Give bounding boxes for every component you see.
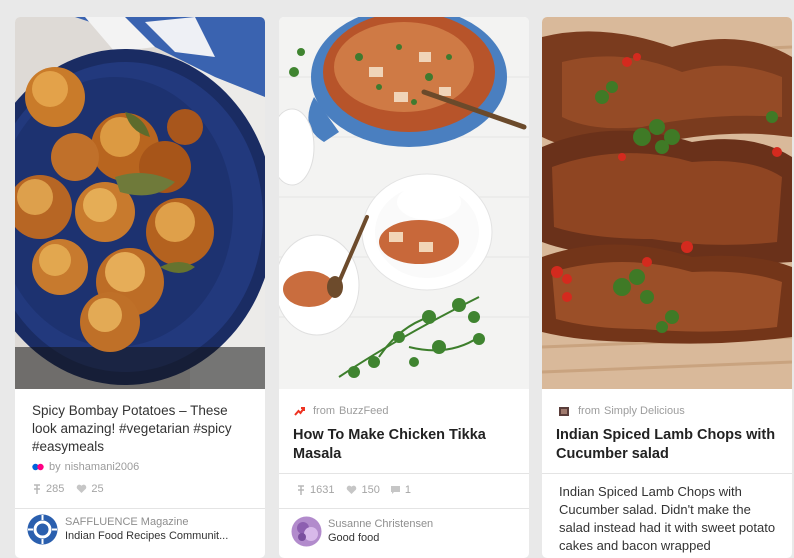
pin-image-chicken-tikka[interactable] <box>279 17 529 389</box>
source-prefix: from <box>578 405 600 417</box>
pin-icon <box>34 483 40 494</box>
user-board: Good food <box>328 532 380 544</box>
user-name: Susanne Christensen <box>328 518 434 530</box>
bombay-potatoes-photo <box>15 17 265 389</box>
pinner-row: by nishamani2006 <box>32 461 139 473</box>
simply-delicious-icon <box>559 406 569 416</box>
card-divider <box>15 508 265 509</box>
card-divider <box>279 473 529 474</box>
source-name: Simply Delicious <box>604 405 685 417</box>
like-count[interactable]: 25 <box>76 483 104 495</box>
repin-count[interactable]: 1631 <box>296 484 334 496</box>
board-owner: SAFFLUENCE Magazine <box>65 516 189 528</box>
comment-icon <box>390 486 400 494</box>
pin-icon <box>298 484 304 495</box>
pin-title[interactable]: Indian Spiced Lamb Chops with Cucumber s… <box>556 426 784 464</box>
card-divider <box>542 473 792 474</box>
pinner-prefix: by <box>49 461 61 473</box>
board-name: Indian Food Recipes Communit... <box>65 530 229 542</box>
pin-title[interactable]: How To Make Chicken Tikka Masala <box>293 426 515 464</box>
repin-count[interactable]: 285 <box>32 483 64 495</box>
pin-image-lamb-chops[interactable] <box>542 17 792 389</box>
flickr-icon <box>32 463 44 471</box>
pin-stats: 1631 150 1 <box>296 484 411 496</box>
repin-count-value: 1631 <box>310 484 335 496</box>
source-prefix: from <box>313 405 335 417</box>
source-name: BuzzFeed <box>339 405 389 417</box>
source-row[interactable]: from Simply Delicious <box>558 405 685 417</box>
like-count-value: 150 <box>361 484 380 496</box>
pin-card-lamb-chops[interactable]: from Simply Delicious Indian Spiced Lamb… <box>542 17 792 558</box>
buzzfeed-trending-icon <box>294 406 305 416</box>
user-avatar <box>291 516 322 547</box>
pin-stats: 285 25 <box>32 483 104 495</box>
comment-count[interactable]: 1 <box>390 484 411 496</box>
lamb-chops-photo <box>542 17 792 389</box>
heart-icon <box>77 484 87 493</box>
pinner-link[interactable]: nishamani2006 <box>65 461 140 473</box>
user-footer[interactable]: Susanne Christensen Good food <box>279 516 529 547</box>
board-avatar <box>27 514 58 545</box>
pin-card-chicken-tikka[interactable]: from BuzzFeed How To Make Chicken Tikka … <box>279 17 529 558</box>
chicken-tikka-photo <box>279 17 529 389</box>
like-count-value: 25 <box>91 483 104 495</box>
like-count[interactable]: 150 <box>346 484 380 496</box>
pin-description: Indian Spiced Lamb Chops with Cucumber s… <box>559 484 776 553</box>
board-footer[interactable]: SAFFLUENCE Magazine Indian Food Recipes … <box>15 514 265 545</box>
source-row[interactable]: from BuzzFeed <box>294 405 389 417</box>
pin-description: Spicy Bombay Potatoes – These look amazi… <box>32 403 232 454</box>
repin-count-value: 285 <box>46 483 65 495</box>
heart-icon <box>347 485 357 494</box>
comment-count-value: 1 <box>404 484 411 496</box>
pin-card-bombay-potatoes[interactable]: Spicy Bombay Potatoes – These look amazi… <box>15 17 265 558</box>
pin-image-bombay-potatoes[interactable] <box>15 17 265 389</box>
card-divider <box>279 508 529 509</box>
